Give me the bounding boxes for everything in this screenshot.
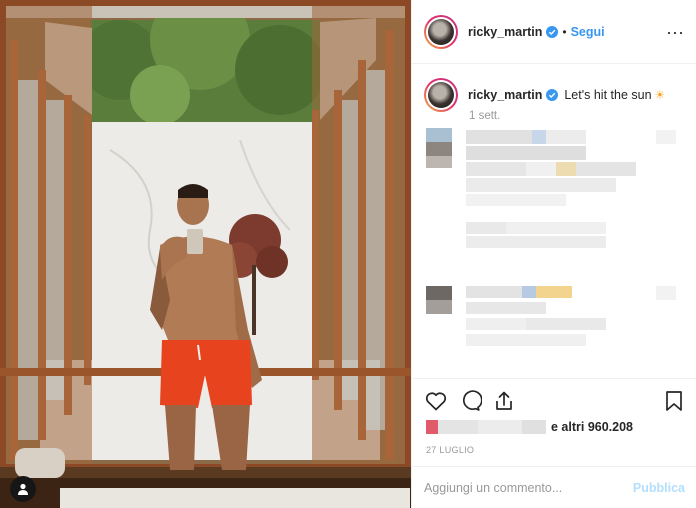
more-dots-icon: ···: [666, 22, 684, 42]
sun-emoji-icon: ☀: [654, 88, 666, 102]
caption-username[interactable]: ricky_martin: [468, 88, 542, 102]
user-tag-button[interactable]: [10, 476, 36, 502]
caption-avatar[interactable]: [424, 78, 458, 112]
post-time[interactable]: 1 sett.: [469, 110, 500, 122]
verified-badge-icon: [546, 89, 559, 101]
pixelated-comments: [426, 128, 676, 346]
post-header: ricky_martin • Segui ···: [412, 0, 696, 64]
heart-icon[interactable]: [424, 389, 448, 413]
publish-button[interactable]: Pubblica: [633, 481, 685, 495]
comments-section: ricky_martin Let's hit the sun ☀ 1 sett.: [412, 64, 696, 377]
follow-button[interactable]: Segui: [571, 25, 605, 39]
likes-summary[interactable]: e altri 960.208: [424, 418, 686, 436]
comment-input[interactable]: [424, 477, 624, 499]
speech-bubble-icon[interactable]: [458, 389, 482, 413]
likes-count[interactable]: e altri 960.208: [551, 420, 633, 434]
username-link[interactable]: ricky_martin: [468, 25, 542, 39]
verified-badge-icon: [546, 25, 559, 38]
post-date[interactable]: 27 LUGLIO: [426, 445, 474, 455]
avatar[interactable]: [424, 14, 458, 49]
post-photo[interactable]: [0, 0, 411, 508]
bathroom-mirror-selfie-image: [0, 0, 411, 508]
share-icon[interactable]: [492, 389, 516, 413]
post-actions: [412, 378, 696, 422]
separator-dot: •: [562, 24, 567, 39]
add-comment-bar: Pubblica: [412, 466, 696, 508]
caption-text: Let's hit the sun: [564, 88, 652, 102]
caption: ricky_martin Let's hit the sun ☀: [424, 78, 665, 112]
post-sidebar: ricky_martin • Segui ··· ricky_martin Le…: [411, 0, 696, 508]
user-silhouette-icon: [18, 483, 28, 495]
more-options-button[interactable]: ···: [665, 22, 685, 42]
pixelated-likers: [426, 420, 546, 434]
bookmark-icon[interactable]: [662, 389, 686, 413]
